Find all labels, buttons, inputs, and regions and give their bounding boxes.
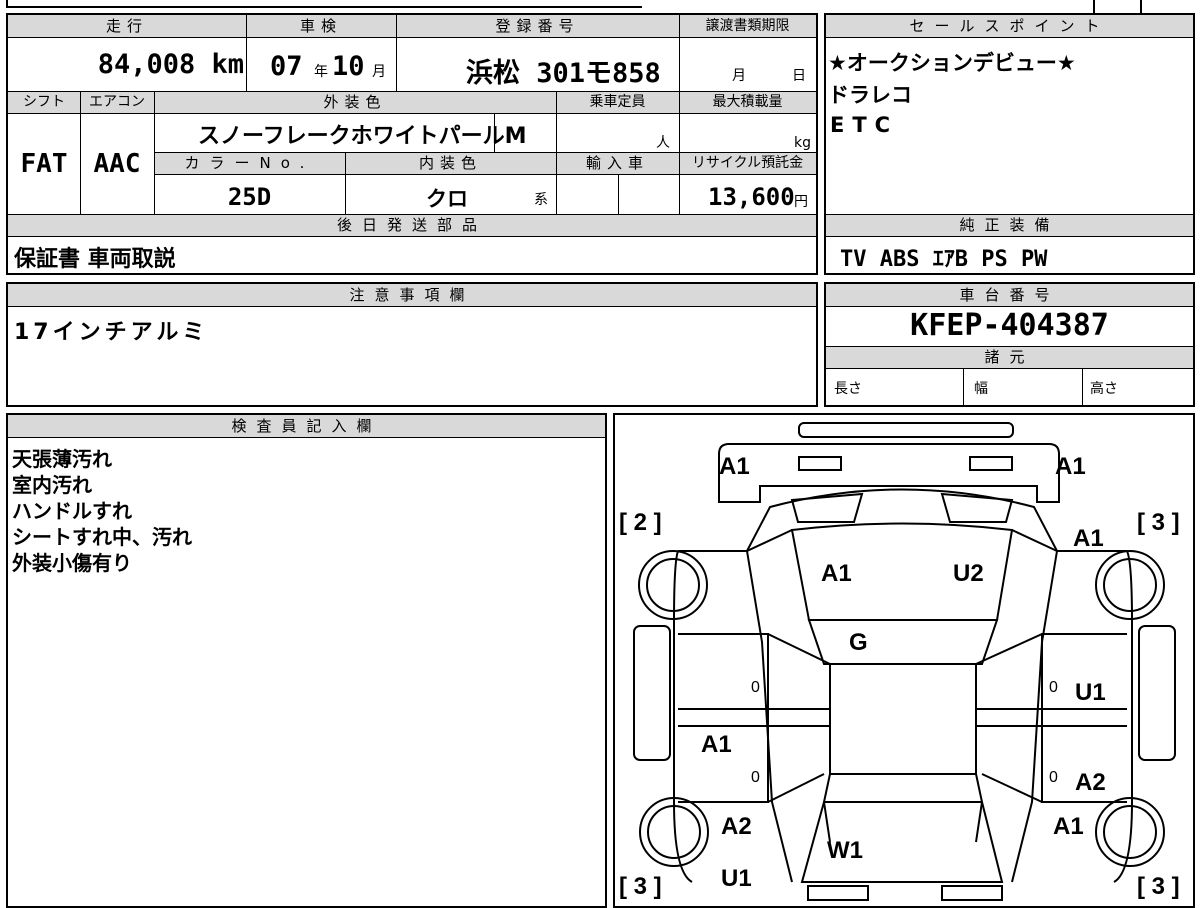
color-no-value: 25D: [227, 183, 272, 211]
interior-label: 内装色: [418, 154, 482, 172]
inspector-box: 検査員記入欄 天張薄汚れ 室内汚れ ハンドルすれ シートすれ中、汚れ 外装小傷有…: [6, 413, 607, 908]
specs-label: 諸元: [984, 348, 1035, 366]
inspector-line: 天張薄汚れ: [12, 447, 112, 471]
notes-box: 注意事項欄 17インチアルミ: [6, 282, 818, 407]
car-damage-diagram: A1 A1 A1 A1 U2 G U1 A1 A2 A2 A1 W1 U1 0 …: [613, 413, 1195, 908]
chassis-value: KFEP-404387: [910, 308, 1109, 343]
door-zero: 0: [1049, 769, 1058, 786]
maxload-unit: kg: [794, 135, 811, 151]
transfer-month-unit: 月: [732, 68, 746, 84]
tire-depth: [ 3 ]: [1137, 873, 1180, 900]
top-stub: [1140, 0, 1142, 14]
ac-label: エアコン: [89, 94, 145, 110]
width-label: 幅: [974, 381, 988, 397]
car-outline-drawing: [633, 422, 1176, 901]
tire-depth: [ 3 ]: [1137, 509, 1180, 536]
damage-code: A1: [719, 453, 750, 480]
door-zero: 0: [751, 769, 760, 786]
tire-depth: [ 3 ]: [619, 873, 662, 900]
sales-point-line: ETC: [830, 113, 899, 137]
damage-code: A1: [1073, 525, 1104, 552]
door-zero: 0: [751, 679, 760, 696]
capacity-label: 乗車定員: [589, 94, 646, 110]
inspection-month-unit: 月: [372, 64, 386, 80]
equipment-label: 純正装備: [959, 216, 1060, 234]
chassis-label: 車台番号: [959, 286, 1060, 304]
equipment-value: TV ABS ｴｱB PS PW: [840, 247, 1048, 272]
recycle-unit: 円: [794, 194, 808, 210]
damage-code: U2: [953, 560, 984, 587]
inspector-label: 検査員記入欄: [231, 417, 382, 435]
maxload-label: 最大積載量: [712, 94, 783, 110]
later-parts-value: 保証書 車両取説: [14, 247, 176, 272]
chassis-box: 車台番号 KFEP-404387 諸元 長さ 幅 高さ: [824, 282, 1195, 407]
color-no-label: カラーNo.: [184, 154, 315, 172]
recycle-value: 13,600: [708, 183, 795, 211]
vehicle-info-table: 走行 車検 登録番号 譲渡書類期限 84,008 km 07 年 10 月 浜松…: [6, 13, 818, 275]
damage-code: A1: [1053, 813, 1084, 840]
sales-point-line: ★オークションデビュー★: [828, 51, 1076, 75]
exterior-label: 外装色: [323, 93, 387, 111]
damage-code: A2: [1075, 769, 1106, 796]
inspection-month: 10: [332, 51, 365, 82]
interior-value: クロ: [426, 187, 468, 211]
exterior-value: スノーフレークホワイトパールM: [198, 124, 527, 149]
sales-point-line: ドラレコ: [828, 83, 912, 107]
damage-code: A1: [821, 560, 852, 587]
transfer-label: 譲渡書類期限: [705, 18, 790, 34]
ac-value: AAC: [93, 149, 141, 179]
inspection-label: 車検: [299, 17, 342, 35]
damage-code: U1: [1075, 679, 1106, 706]
plate-value: 浜松 301モ858: [466, 58, 661, 89]
height-label: 高さ: [1090, 381, 1118, 397]
mileage-label: 走行: [105, 17, 148, 35]
sales-points-box: セールスポイント ★オークションデビュー★ ドラレコ ETC 純正装備 TV A…: [824, 13, 1195, 275]
top-stub: [1093, 0, 1095, 14]
later-parts-label: 後日発送部品: [336, 216, 487, 234]
damage-code: A1: [701, 731, 732, 758]
notes-label: 注意事項欄: [349, 286, 475, 304]
door-zero: 0: [1049, 679, 1058, 696]
length-label: 長さ: [834, 381, 862, 397]
inspector-line: ハンドルすれ: [12, 499, 132, 523]
damage-code: G: [849, 629, 868, 656]
mileage-value: 84,008 km: [97, 49, 244, 80]
notes-value: 17インチアルミ: [14, 320, 209, 345]
import-label: 輸入車: [585, 154, 649, 172]
damage-code: A1: [1055, 453, 1086, 480]
damage-code: W1: [827, 837, 863, 864]
recycle-label: リサイクル預託金: [691, 155, 804, 171]
tire-depth: [ 2 ]: [619, 509, 662, 536]
top-strip-line: [6, 6, 642, 8]
inspection-year: 07: [270, 51, 303, 82]
damage-code: A2: [721, 813, 752, 840]
inspector-line: 外装小傷有り: [12, 551, 132, 575]
sales-points-label: セールスポイント: [909, 17, 1110, 35]
inspector-line: シートすれ中、汚れ: [12, 525, 192, 549]
shift-value: FAT: [20, 149, 68, 179]
plate-label: 登録番号: [495, 17, 580, 35]
damage-code: U1: [721, 865, 752, 892]
shift-label: シフト: [23, 94, 65, 110]
inspection-year-unit: 年: [314, 64, 328, 80]
transfer-day-unit: 日: [792, 68, 806, 84]
inspector-line: 室内汚れ: [12, 473, 92, 497]
capacity-unit: 人: [656, 135, 670, 151]
interior-suffix: 系: [534, 192, 548, 208]
